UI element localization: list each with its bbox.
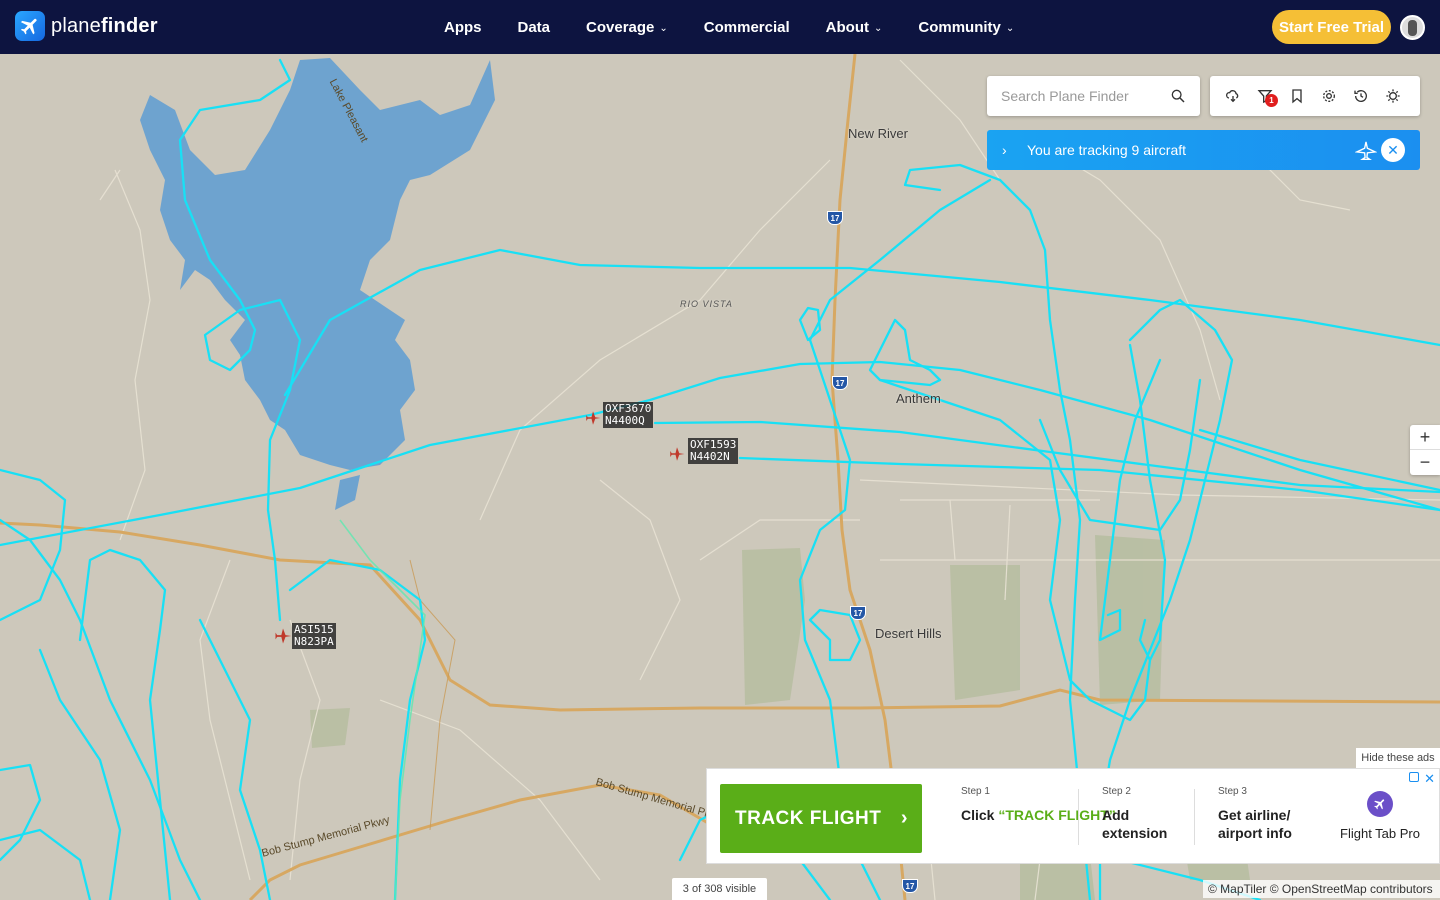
start-free-trial-button[interactable]: Start Free Trial (1272, 10, 1391, 44)
map-toolbar: 1 (1210, 76, 1420, 116)
tracking-banner[interactable]: › You are tracking 9 aircraft ✕ (987, 130, 1420, 170)
filter-badge: 1 (1265, 94, 1278, 107)
chevron-right-icon: › (900, 807, 908, 829)
chevron-down-icon: ⌄ (659, 22, 668, 34)
aircraft-icon[interactable] (584, 407, 602, 429)
divider (1078, 789, 1079, 845)
zoom-in-button[interactable]: + (1410, 425, 1440, 450)
logo-text: planefinder (51, 14, 158, 37)
highway-shield: 17 (827, 211, 843, 225)
ad-step-3: Step 3 Get airline/ airport info (1218, 786, 1292, 841)
settings-icon[interactable] (1320, 87, 1338, 105)
highway-shield: 17 (832, 376, 848, 390)
divider (1194, 789, 1195, 845)
aircraft-icon[interactable] (273, 625, 293, 647)
close-icon[interactable]: ✕ (1381, 138, 1405, 162)
plane-outline-icon (1355, 141, 1377, 160)
aircraft-icon[interactable] (668, 443, 686, 465)
chevron-down-icon: ⌄ (873, 22, 883, 34)
hide-ads-button[interactable]: Hide these ads (1356, 748, 1440, 768)
zoom-control: + − (1410, 425, 1440, 475)
main-nav: Apps Data Coverage ⌄ Commercial About ⌄ Co… (444, 0, 1050, 54)
place-anthem: Anthem (896, 391, 941, 406)
history-icon[interactable] (1352, 87, 1370, 105)
nav-about[interactable]: About ⌄ (826, 19, 883, 36)
place-new-river: New River (848, 126, 908, 141)
nav-apps[interactable]: Apps (444, 19, 482, 36)
user-avatar[interactable] (1400, 15, 1425, 40)
search-icon[interactable] (1170, 88, 1186, 104)
advertisement[interactable]: ✕ TRACK FLIGHT › Step 1 Click “TRACK FLIG… (706, 768, 1440, 864)
chevron-down-icon: ⌄ (1005, 22, 1015, 34)
place-rio-vista: RIO VISTA (680, 299, 733, 309)
bookmark-icon[interactable] (1288, 87, 1306, 105)
map-attribution[interactable]: © MapTiler © OpenStreetMap contributors (1203, 880, 1440, 898)
night-mode-icon[interactable] (1384, 87, 1402, 105)
ad-info-icon[interactable] (1409, 772, 1419, 782)
ad-step-1: Step 1 Click “TRACK FLIGHT” (961, 786, 1116, 823)
aircraft-label[interactable]: OXF3670 N4400Q (603, 402, 654, 428)
tracking-text: You are tracking 9 aircraft (1027, 142, 1187, 158)
plane-logo-icon (15, 11, 45, 41)
top-navigation-bar: planefinder Apps Data Coverage ⌄ Commerci… (0, 0, 1440, 54)
ad-step-2: Step 2 Add extension (1102, 786, 1168, 841)
nav-coverage[interactable]: Coverage ⌄ (586, 19, 668, 36)
search-input[interactable] (1001, 88, 1161, 104)
nav-community[interactable]: Community ⌄ (918, 19, 1014, 36)
ad-close-icon[interactable]: ✕ (1424, 771, 1435, 787)
flight-tab-pro-icon (1367, 791, 1393, 817)
weather-icon[interactable] (1224, 87, 1242, 105)
aircraft-label[interactable]: ASI515 N823PA (292, 623, 336, 649)
search-box (987, 76, 1200, 116)
highway-shield: 17 (850, 606, 866, 620)
track-flight-button[interactable]: TRACK FLIGHT › (720, 784, 922, 853)
visible-aircraft-count: 3 of 308 visible (672, 878, 767, 900)
place-desert-hills: Desert Hills (875, 626, 942, 641)
extension-promo[interactable]: Flight Tab Pro (1335, 791, 1425, 841)
filter-icon[interactable]: 1 (1256, 87, 1278, 107)
zoom-out-button[interactable]: − (1410, 450, 1440, 475)
nav-commercial[interactable]: Commercial (704, 19, 790, 36)
chevron-right-icon[interactable]: › (1002, 142, 1027, 158)
nav-data[interactable]: Data (518, 19, 551, 36)
planefinder-logo[interactable]: planefinder (15, 11, 158, 41)
highway-shield: 17 (902, 879, 918, 893)
aircraft-label[interactable]: OXF1593 N4402N (688, 438, 739, 464)
